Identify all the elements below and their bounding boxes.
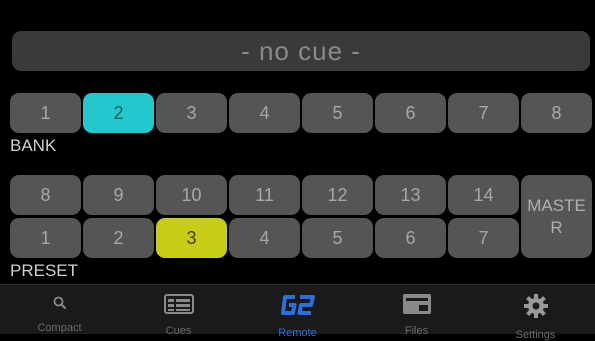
cue-display-text: - no cue - <box>241 35 361 66</box>
preset-button-12[interactable]: 12 <box>302 175 373 215</box>
preset-button-3[interactable]: 3 <box>156 218 227 258</box>
gear-icon <box>523 294 548 318</box>
tab-settings[interactable]: Settings <box>481 285 591 341</box>
tab-bar: Compact Cues Remote Files Settings <box>0 284 595 341</box>
preset-button-7[interactable]: 7 <box>448 218 519 258</box>
preset-label: PRESET <box>10 261 79 280</box>
preset-button-5[interactable]: 5 <box>302 218 373 258</box>
tab-compact[interactable]: Compact <box>5 285 115 334</box>
preset-button-11[interactable]: 11 <box>229 175 300 215</box>
preset-button-1[interactable]: 1 <box>10 218 81 258</box>
master-button[interactable]: MASTER <box>521 175 592 258</box>
cues-icon <box>163 294 194 314</box>
bank-label: BANK <box>10 136 57 155</box>
g2-logo-icon <box>280 295 315 315</box>
preset-button-14[interactable]: 14 <box>448 175 519 215</box>
tab-label: Cues <box>165 325 192 337</box>
cue-display: - no cue - <box>12 31 590 71</box>
tab-label: Remote <box>278 327 317 339</box>
preset-row-lower: 1 2 3 4 5 6 7 <box>10 218 521 258</box>
bank-row: 1 2 3 4 5 6 7 8 <box>10 93 592 133</box>
preset-button-2[interactable]: 2 <box>83 218 154 258</box>
files-icon <box>402 294 431 314</box>
preset-button-10[interactable]: 10 <box>156 175 227 215</box>
bank-button-6[interactable]: 6 <box>375 93 446 133</box>
bank-button-3[interactable]: 3 <box>156 93 227 133</box>
bank-button-2[interactable]: 2 <box>83 93 154 133</box>
tab-remote[interactable]: Remote <box>243 285 353 339</box>
preset-button-6[interactable]: 6 <box>375 218 446 258</box>
bank-button-8[interactable]: 8 <box>521 93 592 133</box>
tab-cues[interactable]: Cues <box>124 285 234 337</box>
preset-button-8[interactable]: 8 <box>10 175 81 215</box>
bank-button-4[interactable]: 4 <box>229 93 300 133</box>
preset-row-upper: 8 9 10 11 12 13 14 <box>10 175 521 215</box>
tab-label: Compact <box>37 322 82 334</box>
tab-label: Settings <box>515 329 556 341</box>
tab-label: Files <box>404 325 429 337</box>
preset-button-13[interactable]: 13 <box>375 175 446 215</box>
bank-button-7[interactable]: 7 <box>448 93 519 133</box>
bank-button-1[interactable]: 1 <box>10 93 81 133</box>
tab-files[interactable]: Files <box>362 285 472 337</box>
search-icon <box>53 296 66 309</box>
preset-button-9[interactable]: 9 <box>83 175 154 215</box>
preset-button-4[interactable]: 4 <box>229 218 300 258</box>
bank-button-5[interactable]: 5 <box>302 93 373 133</box>
